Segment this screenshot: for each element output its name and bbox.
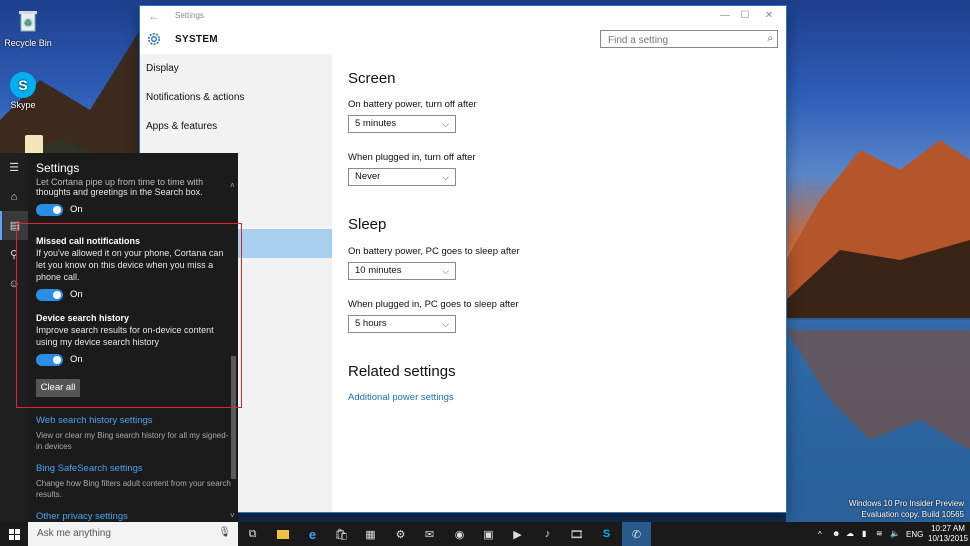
skype-taskbar-icon[interactable]: S	[592, 522, 621, 546]
settings-header: SYSTEM ⌕	[140, 26, 786, 54]
scroll-up-icon[interactable]: ˄	[230, 181, 235, 190]
window-title: Settings	[175, 11, 204, 20]
microphone-icon[interactable]: 🎙	[218, 527, 231, 538]
screen-battery-dropdown[interactable]: 5 minutes ⌵	[348, 115, 456, 133]
title-bar: ← Settings — ☐ ✕	[140, 6, 786, 26]
web-history-desc-1: View or clear my Bing search history for…	[36, 431, 229, 440]
chevron-down-icon: ⌵	[442, 266, 449, 276]
greeting-toggle[interactable]	[36, 204, 63, 216]
chevron-down-icon: ⌵	[442, 319, 449, 329]
close-button[interactable]: ✕	[760, 8, 778, 24]
ask-input[interactable]	[35, 527, 219, 540]
back-arrow-icon[interactable]: ←	[148, 9, 160, 23]
watermark-line-1: Windows 10 Pro Insider Preview	[848, 499, 964, 508]
web-search-history-link[interactable]: Web search history settings	[36, 415, 153, 426]
start-button[interactable]	[0, 522, 29, 546]
toggle-knob	[53, 206, 61, 214]
watermark-line-2: Evaluation copy. Build 10565	[861, 510, 964, 519]
taskbar: 🎙 ⧉ e 🛍 ▦ ⚙ ✉ ◉ ▣ ▶ ♪ 🎞 S ✆ ^ ☻ ☁ ▮ ≋ 🔈 …	[0, 522, 970, 546]
dropdown-value: 5 hours	[355, 318, 387, 329]
phone-app-icon[interactable]: ✆	[622, 522, 651, 546]
sleep-battery-dropdown[interactable]: 10 minutes ⌵	[348, 262, 456, 280]
related-settings-heading: Related settings	[348, 363, 456, 380]
clock-date: 10/13/2015	[928, 534, 969, 543]
dropdown-value: Never	[355, 171, 381, 182]
sleep-plugged-label: When plugged in, PC goes to sleep after	[348, 299, 519, 310]
nav-item-selected[interactable]	[238, 229, 332, 258]
edge-icon[interactable]: e	[298, 522, 327, 546]
dropdown-value: 10 minutes	[355, 265, 402, 276]
hamburger-menu-icon[interactable]: ☰	[0, 153, 28, 182]
web-history-desc-2: in devices	[36, 442, 72, 451]
sleep-battery-label: On battery power, PC goes to sleep after	[348, 246, 520, 257]
desktop-icon-label: Skype	[10, 100, 36, 110]
additional-power-settings-link[interactable]: Additional power settings	[348, 392, 454, 403]
clock[interactable]: 10:27 AM 10/13/2015	[928, 524, 968, 544]
movies-icon[interactable]: 🎞	[562, 522, 591, 546]
highlight-box	[16, 223, 242, 408]
cortana-greeting-text-2: thoughts and greetings in the Search box…	[36, 187, 203, 197]
chevron-down-icon: ⌵	[442, 172, 449, 182]
recycle-bin-icon: ♻	[13, 6, 43, 36]
other-privacy-settings-link[interactable]: Other privacy settings	[36, 511, 128, 522]
dropdown-value: 5 minutes	[355, 118, 397, 129]
bing-safesearch-link[interactable]: Bing SafeSearch settings	[36, 463, 143, 474]
nav-item-display[interactable]: Display	[140, 54, 332, 83]
safesearch-desc-1: Change how Bing filters adult content fr…	[36, 479, 231, 488]
mail-icon[interactable]: ✉	[415, 522, 444, 546]
search-icon[interactable]: ⌕	[767, 33, 773, 44]
wifi-icon[interactable]: ≋	[876, 529, 883, 538]
desktop-icon-skype[interactable]: S Skype	[0, 72, 51, 110]
show-hidden-icons-chevron[interactable]: ^	[818, 530, 822, 539]
cortana-search-box[interactable]: 🎙	[28, 522, 238, 546]
maximize-button[interactable]: ☐	[736, 8, 754, 24]
sleep-heading: Sleep	[348, 216, 387, 233]
screen-heading: Screen	[348, 70, 396, 87]
greeting-toggle-label: On	[70, 204, 83, 215]
find-setting-search[interactable]: ⌕	[600, 30, 778, 48]
screen-plugged-label: When plugged in, turn off after	[348, 152, 476, 163]
settings-icon[interactable]: ⚙	[386, 522, 415, 546]
store-icon[interactable]: 🛍	[327, 522, 356, 546]
windows-logo-icon	[9, 528, 20, 540]
skype-icon: S	[10, 72, 36, 98]
svg-text:♻: ♻	[24, 18, 32, 28]
safesearch-desc-2: results.	[36, 490, 62, 499]
photos-icon[interactable]: ▣	[474, 522, 503, 546]
gear-icon	[148, 33, 160, 45]
onedrive-icon[interactable]: ☁	[846, 529, 854, 538]
xbox-icon[interactable]: ◉	[445, 522, 474, 546]
clock-time: 10:27 AM	[931, 524, 965, 533]
music-icon[interactable]: ♪	[533, 522, 562, 546]
media-player-icon[interactable]: ▶	[503, 522, 532, 546]
cortana-title: Settings	[36, 161, 80, 175]
volume-icon[interactable]: 🔈	[890, 529, 900, 538]
nav-item-notifications[interactable]: Notifications & actions	[140, 83, 332, 112]
people-icon[interactable]: ☻	[832, 529, 840, 538]
nav-item-apps-features[interactable]: Apps & features	[140, 112, 332, 141]
desktop-icon-label: Recycle Bin	[4, 38, 52, 48]
build-watermark: Windows 10 Pro Insider Preview Evaluatio…	[849, 498, 964, 520]
search-input[interactable]	[606, 33, 760, 47]
desktop-icon-recycle-bin[interactable]: ♻ Recycle Bin	[0, 6, 56, 48]
language-indicator[interactable]: ENG	[906, 530, 923, 539]
calculator-icon[interactable]: ▦	[356, 522, 385, 546]
chevron-down-icon: ⌵	[442, 119, 449, 129]
screen-battery-label: On battery power, turn off after	[348, 99, 477, 110]
task-view-icon[interactable]: ⧉	[238, 522, 267, 546]
sleep-plugged-dropdown[interactable]: 5 hours ⌵	[348, 315, 456, 333]
home-icon[interactable]: ⌂	[0, 182, 28, 211]
screen-plugged-dropdown[interactable]: Never ⌵	[348, 168, 456, 186]
file-explorer-icon[interactable]	[268, 522, 297, 546]
scroll-down-icon[interactable]: ˅	[230, 511, 235, 520]
page-title: SYSTEM	[175, 34, 218, 45]
minimize-button[interactable]: —	[716, 8, 734, 24]
network-icon[interactable]: ▮	[862, 529, 866, 538]
